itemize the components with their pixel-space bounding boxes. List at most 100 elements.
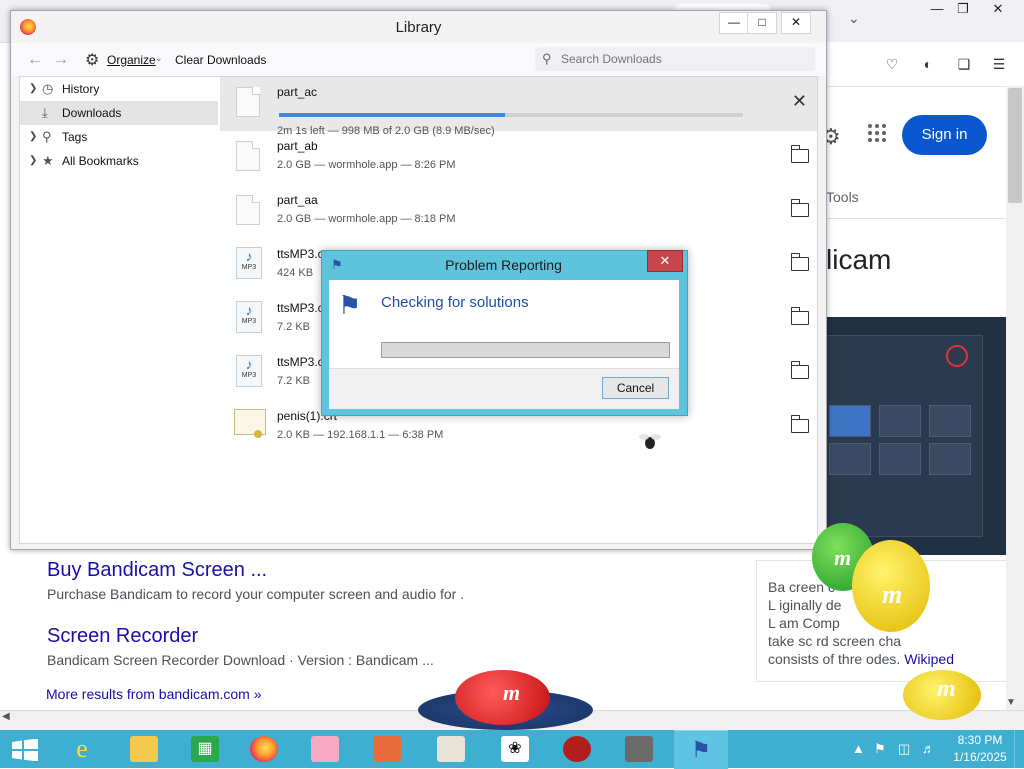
network-icon[interactable]: ◫ <box>898 741 910 757</box>
download-name: part_ab <box>277 139 318 153</box>
download-name: part_ac <box>277 85 318 99</box>
snippet-line: take sc rd screen cha <box>768 633 902 649</box>
store-icon: ▦ <box>191 736 219 762</box>
folder-icon[interactable] <box>791 415 809 433</box>
sign-in-button[interactable]: Sign in <box>902 115 987 155</box>
library-minimize-button[interactable]: — <box>719 12 749 34</box>
search-input[interactable] <box>561 50 801 68</box>
tools-link[interactable]: Tools <box>826 189 859 205</box>
taskbar-pig-app[interactable] <box>298 730 352 768</box>
taskbar-problem-reporting[interactable]: ⚑ <box>674 730 728 769</box>
library-maximize-button[interactable]: □ <box>747 12 777 34</box>
download-name: ttsMP3.c <box>277 355 324 369</box>
record-button-image <box>946 345 968 367</box>
download-status: 7.2 KB <box>277 375 311 387</box>
result-title-link[interactable]: Screen Recorder <box>47 625 198 648</box>
browser-close-button[interactable]: ✕ <box>981 0 1015 20</box>
taskbar-store[interactable]: ▦ <box>178 730 232 768</box>
mp3-file-icon: ♪ MP3 <box>236 247 262 279</box>
divider <box>826 218 1006 219</box>
folder-icon[interactable] <box>791 307 809 325</box>
download-name: ttsMP3.c <box>277 301 324 315</box>
taskbar-firefox[interactable] <box>237 730 291 768</box>
chevron-right-icon[interactable]: ❯ <box>29 77 37 101</box>
sidebar-item-all-bookmarks[interactable]: ❯ ★ All Bookmarks <box>20 149 218 173</box>
download-status: 2.0 KB — 192.168.1.1 — 6:38 PM <box>277 429 444 441</box>
dialog-progress-bar <box>381 342 670 358</box>
browser-restore-button[interactable]: ❐ <box>946 0 980 20</box>
library-close-button[interactable]: ✕ <box>781 12 811 34</box>
dark-reader-icon[interactable]: ◐ <box>918 54 938 74</box>
taskbar-fish-app[interactable] <box>360 730 414 768</box>
red-mascot-image: m <box>455 670 550 725</box>
taskbar-file-explorer[interactable] <box>117 730 171 768</box>
download-icon: ⤓ <box>42 105 48 120</box>
folder-icon[interactable] <box>791 361 809 379</box>
download-status: 2.0 GB — wormhole.app — 8:18 PM <box>277 213 456 225</box>
clock-time[interactable]: 8:30 PM <box>952 733 1008 747</box>
yellow-mascot-bottom-image: m <box>903 670 981 720</box>
download-name: part_aa <box>277 193 318 207</box>
menu-icon[interactable]: ☰ <box>989 54 1009 74</box>
cancel-button[interactable]: Cancel <box>602 377 669 399</box>
download-row[interactable]: part_aa 2.0 GB — wormhole.app — 8:18 PM <box>220 185 817 239</box>
mp3-file-icon: ♪ MP3 <box>236 355 262 387</box>
certificate-icon <box>234 409 266 438</box>
chevron-right-icon[interactable]: ❯ <box>29 125 37 149</box>
scroll-left-arrow-icon[interactable]: ◀ <box>2 711 16 722</box>
show-hidden-icons-icon[interactable]: ▲ <box>852 741 865 756</box>
file-icon <box>236 87 260 117</box>
action-center-flag-icon[interactable]: ⚑ <box>874 741 886 757</box>
list-all-tabs-icon[interactable]: ⌄ <box>848 10 868 27</box>
file-icon <box>236 195 260 225</box>
taskbar-paw-app[interactable]: ❀ <box>488 730 542 768</box>
chevron-down-icon[interactable]: ⌄ <box>155 53 163 64</box>
sidebar-item-history[interactable]: ❯ ◷ History <box>20 77 218 101</box>
taskbar-video-app[interactable] <box>612 730 666 768</box>
taskbar-internet-explorer[interactable]: e <box>55 730 109 768</box>
more-results-link[interactable]: More results from bandicam.com » <box>46 686 262 702</box>
wikipedia-link[interactable]: Wikiped <box>904 651 954 667</box>
result-description: Bandicam Screen Recorder Download · Vers… <box>47 652 434 668</box>
clock-date[interactable]: 1/16/2025 <box>952 750 1008 764</box>
show-desktop-button[interactable] <box>1014 730 1024 768</box>
clock-icon: ◷ <box>42 81 54 96</box>
pocket-icon[interactable]: ♡ <box>882 54 902 74</box>
dialog-close-button[interactable]: ✕ <box>647 250 683 272</box>
folder-icon[interactable] <box>791 253 809 271</box>
download-progress-fill <box>279 113 505 117</box>
organize-button[interactable]: Organize <box>107 53 156 67</box>
clear-downloads-button[interactable]: Clear Downloads <box>175 53 266 67</box>
extensions-icon[interactable]: ❑ <box>954 54 974 74</box>
gear-icon[interactable]: ⚙ <box>85 50 99 70</box>
volume-icon[interactable]: ♬ <box>922 741 935 756</box>
screenshot-tile <box>929 443 971 475</box>
back-arrow-icon[interactable]: ← <box>27 51 43 69</box>
taskbar-cow-app[interactable] <box>424 730 478 768</box>
download-status: 424 KB <box>277 267 314 279</box>
result-title-link[interactable]: Buy Bandicam Screen ... <box>47 559 267 582</box>
knowledge-panel-title: licam <box>826 244 892 275</box>
download-row[interactable]: part_ac 2m 1s left — 998 MB of 2.0 GB (8… <box>220 77 817 137</box>
sidebar-item-label: Downloads <box>62 106 122 120</box>
download-status: 7.2 KB <box>277 321 311 333</box>
folder-icon[interactable] <box>791 145 809 163</box>
scrollbar-thumb[interactable] <box>1008 88 1022 203</box>
download-progress-bar <box>279 113 743 117</box>
video-camera-icon <box>625 736 653 762</box>
cancel-download-icon[interactable]: ✕ <box>792 91 807 112</box>
taskbar-red-app[interactable] <box>550 730 604 768</box>
forward-arrow-icon[interactable]: → <box>53 51 69 69</box>
snippet-line-prefix: consists of thre odes. <box>768 651 905 667</box>
scroll-down-arrow-icon[interactable]: ▼ <box>1006 697 1020 708</box>
screenshot-tile <box>829 443 871 475</box>
sidebar-item-downloads[interactable]: ⤓ Downloads <box>20 101 218 125</box>
chevron-right-icon[interactable]: ❯ <box>29 149 37 173</box>
sidebar-item-tags[interactable]: ❯ ⚲ Tags <box>20 125 218 149</box>
screenshot-tile <box>929 405 971 437</box>
apps-grid-icon[interactable] <box>868 124 888 144</box>
folder-icon[interactable] <box>791 199 809 217</box>
download-row[interactable]: part_ab 2.0 GB — wormhole.app — 8:26 PM <box>220 131 817 185</box>
start-button[interactable] <box>0 730 54 768</box>
sidebar-item-label: Tags <box>62 130 88 144</box>
